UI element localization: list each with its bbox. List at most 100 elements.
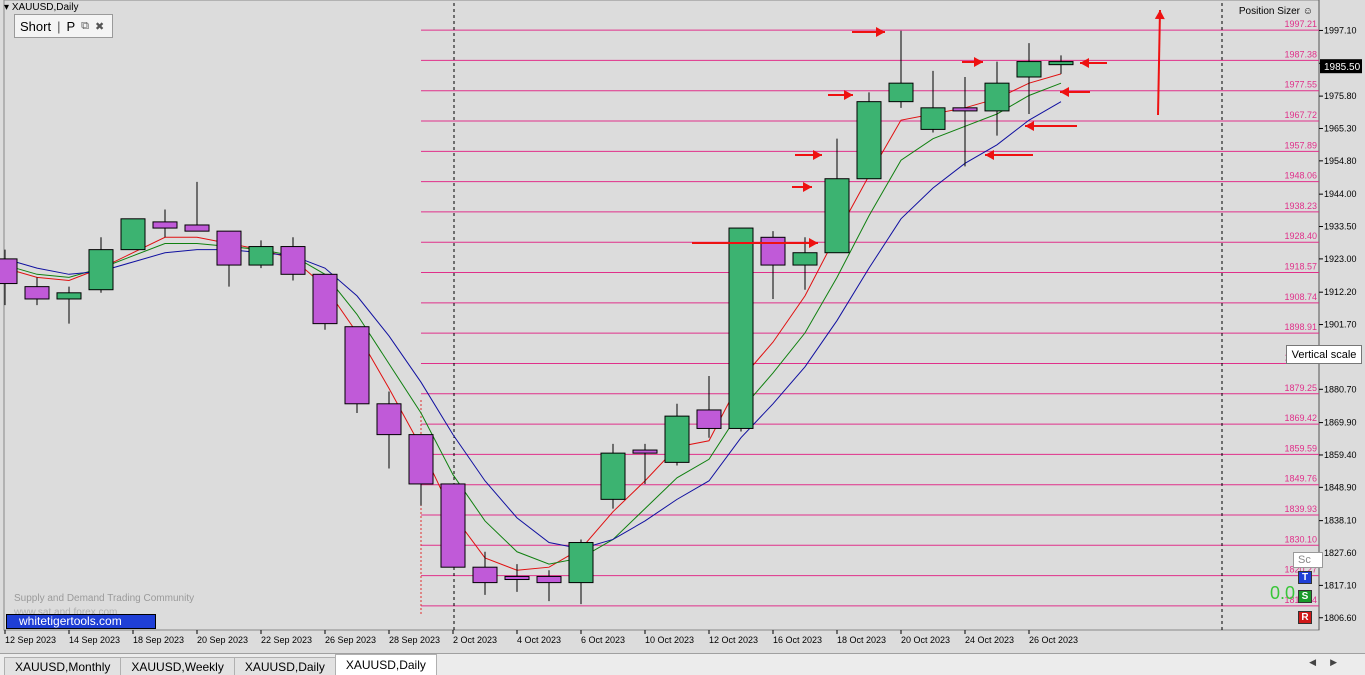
candle-body bbox=[664, 415, 690, 463]
candle-body bbox=[1048, 61, 1074, 66]
candle-body bbox=[888, 82, 914, 103]
t-button[interactable]: T bbox=[1298, 571, 1312, 584]
level-label: 1938.23 bbox=[1284, 201, 1317, 211]
y-tick-label: 1933.50 bbox=[1324, 222, 1357, 232]
short-panel[interactable]: Short | P ⧉ ✖ bbox=[14, 14, 113, 38]
x-tick-label: 6 Oct 2023 bbox=[581, 635, 625, 645]
y-tick-label: 1975.80 bbox=[1324, 91, 1357, 101]
candle-body bbox=[952, 107, 978, 112]
x-tick-label: 24 Oct 2023 bbox=[965, 635, 1014, 645]
y-tick-label: 1954.80 bbox=[1324, 156, 1357, 166]
candle-body bbox=[600, 452, 626, 500]
y-tick-label: 1859.40 bbox=[1324, 450, 1357, 460]
chart-tab[interactable]: XAUUSD,Daily bbox=[233, 657, 336, 675]
x-tick-label: 26 Oct 2023 bbox=[1029, 635, 1078, 645]
candle-body bbox=[0, 258, 18, 285]
x-tick-label: 18 Sep 2023 bbox=[133, 635, 184, 645]
candle-body bbox=[792, 252, 818, 266]
candle-body bbox=[120, 218, 146, 251]
y-tick-label: 1965.30 bbox=[1324, 123, 1357, 133]
candle-body bbox=[984, 82, 1010, 112]
current-price-label: 1985.50 bbox=[1324, 62, 1361, 73]
chart-tab-bar: XAUUSD,Monthly XAUUSD,Weekly XAUUSD,Daily X… bbox=[0, 653, 1365, 675]
level-label: 1839.93 bbox=[1284, 504, 1317, 514]
chart-tab[interactable]: XAUUSD,Daily bbox=[334, 654, 437, 675]
candle-body bbox=[56, 292, 82, 300]
r-button[interactable]: R bbox=[1298, 611, 1312, 624]
level-label: 1830.10 bbox=[1284, 534, 1317, 544]
x-tick-label: 16 Oct 2023 bbox=[773, 635, 822, 645]
x-tick-label: 20 Sep 2023 bbox=[197, 635, 248, 645]
y-tick-label: 1806.60 bbox=[1324, 613, 1357, 623]
candle-body bbox=[440, 483, 466, 568]
x-tick-label: 12 Oct 2023 bbox=[709, 635, 758, 645]
y-tick-label: 1838.10 bbox=[1324, 516, 1357, 526]
x-tick-label: 12 Sep 2023 bbox=[5, 635, 56, 645]
smiley-icon: ☺ bbox=[1302, 6, 1313, 17]
candle-body bbox=[824, 178, 850, 254]
candle-body bbox=[696, 409, 722, 429]
candle-body bbox=[184, 224, 210, 232]
candle-body bbox=[312, 273, 338, 325]
brand-badge[interactable]: whitetigertools.com bbox=[6, 614, 156, 629]
y-tick-label: 1944.00 bbox=[1324, 189, 1357, 199]
level-label: 1849.76 bbox=[1284, 474, 1317, 484]
x-tick-label: 22 Sep 2023 bbox=[261, 635, 312, 645]
candle-body bbox=[152, 221, 178, 229]
y-tick-label: 1997.10 bbox=[1324, 25, 1357, 35]
close-icon[interactable]: ✖ bbox=[95, 20, 104, 33]
candle-body bbox=[504, 575, 530, 581]
s-button[interactable]: S bbox=[1298, 590, 1312, 603]
indicator-value: 0.0 bbox=[1270, 583, 1296, 603]
candle-body bbox=[248, 246, 274, 266]
candle-body bbox=[280, 246, 306, 275]
x-tick-label: 28 Sep 2023 bbox=[389, 635, 440, 645]
community-text: Supply and Demand Trading Community bbox=[14, 593, 195, 604]
y-tick-label: 1912.20 bbox=[1324, 287, 1357, 297]
x-tick-label: 2 Oct 2023 bbox=[453, 635, 497, 645]
level-label: 1948.06 bbox=[1284, 171, 1317, 181]
restore-icon[interactable]: ⧉ bbox=[81, 20, 89, 33]
sc-input[interactable]: Sc bbox=[1293, 552, 1323, 568]
candle-body bbox=[920, 107, 946, 130]
candle-body bbox=[728, 227, 754, 429]
y-tick-label: 1880.70 bbox=[1324, 384, 1357, 394]
x-tick-label: 18 Oct 2023 bbox=[837, 635, 886, 645]
x-tick-label: 20 Oct 2023 bbox=[901, 635, 950, 645]
candle-body bbox=[216, 230, 242, 266]
level-label: 1967.72 bbox=[1284, 110, 1317, 120]
y-tick-label: 1901.70 bbox=[1324, 320, 1357, 330]
candle-body bbox=[632, 449, 658, 454]
candle-body bbox=[472, 566, 498, 584]
short-label[interactable]: Short bbox=[20, 19, 51, 34]
candle-body bbox=[536, 575, 562, 584]
level-label: 1898.91 bbox=[1284, 322, 1317, 332]
x-tick-label: 26 Sep 2023 bbox=[325, 635, 376, 645]
candle-body bbox=[344, 326, 370, 405]
level-label: 1997.21 bbox=[1284, 19, 1317, 29]
level-label: 1869.42 bbox=[1284, 413, 1317, 423]
level-label: 1977.55 bbox=[1284, 80, 1317, 90]
tab-scroll-arrows[interactable]: ◀▶ bbox=[1309, 657, 1351, 668]
level-label: 1987.38 bbox=[1284, 49, 1317, 59]
p-label[interactable]: P bbox=[66, 19, 75, 34]
x-tick-label: 14 Sep 2023 bbox=[69, 635, 120, 645]
position-sizer-label[interactable]: Position Sizer ☺ bbox=[1239, 6, 1313, 17]
vertical-scale-tooltip: Vertical scale bbox=[1286, 345, 1362, 364]
y-tick-label: 1848.90 bbox=[1324, 482, 1357, 492]
level-label: 1879.25 bbox=[1284, 383, 1317, 393]
level-label: 1928.40 bbox=[1284, 231, 1317, 241]
y-tick-label: 1923.00 bbox=[1324, 254, 1357, 264]
candle-body bbox=[568, 542, 594, 584]
chart-tab[interactable]: XAUUSD,Weekly bbox=[120, 657, 235, 675]
candle-body bbox=[856, 101, 882, 180]
y-tick-label: 1827.60 bbox=[1324, 548, 1357, 558]
candle-body bbox=[376, 403, 402, 436]
candle-body bbox=[408, 434, 434, 485]
price-chart[interactable]: 1997.21 1987.38 1977.55 1967.72 1957.89 1948.… bbox=[0, 0, 1365, 653]
x-tick-label: 10 Oct 2023 bbox=[645, 635, 694, 645]
window-title: ▾ XAUUSD,Daily bbox=[4, 2, 79, 13]
chart-tab[interactable]: XAUUSD,Monthly bbox=[4, 657, 122, 675]
y-tick-label: 1817.10 bbox=[1324, 580, 1357, 590]
candle-body bbox=[760, 236, 786, 266]
